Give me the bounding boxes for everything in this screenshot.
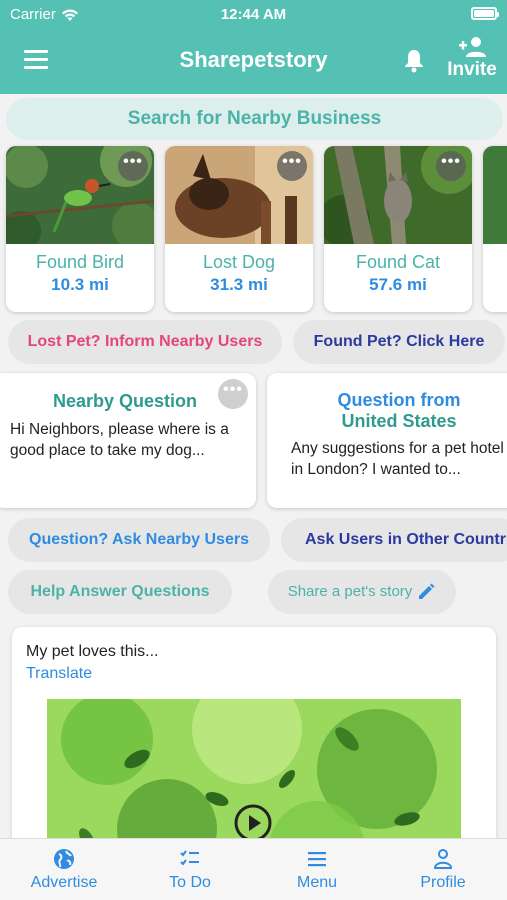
found-pet-button[interactable]: Found Pet? Click Here — [293, 320, 505, 364]
pet-card-found-cat[interactable]: ••• Found Cat 57.6 mi — [324, 146, 472, 312]
tab-advertise[interactable]: Advertise — [9, 839, 119, 900]
ask-nearby-users-button[interactable]: Question? Ask Nearby Users — [8, 518, 270, 562]
question-title-line1: Question from — [337, 390, 461, 410]
pencil-icon — [419, 583, 435, 599]
lost-pet-inform-button[interactable]: Lost Pet? Inform Nearby Users — [8, 320, 282, 364]
share-story-button[interactable]: Share a pet's story — [268, 570, 456, 614]
pet-card-partial[interactable] — [483, 146, 507, 312]
app-title: Sharepetstory — [179, 47, 328, 72]
person-icon — [433, 849, 453, 869]
invite-label: Invite — [447, 59, 497, 80]
more-options-icon[interactable]: ••• — [218, 379, 248, 409]
question-body: Any suggestions for a pet hotel in Londo… — [291, 440, 504, 478]
help-answer-questions-button[interactable]: Help Answer Questions — [8, 570, 232, 614]
tab-menu[interactable]: Menu — [262, 839, 372, 900]
more-options-icon[interactable]: ••• — [118, 151, 148, 181]
search-nearby-business-button[interactable]: Search for Nearby Business — [6, 98, 503, 140]
clock: 12:44 AM — [220, 6, 287, 23]
add-person-icon — [459, 37, 486, 57]
pet-distance: 57.6 mi — [369, 275, 427, 294]
pet-card-found-bird[interactable]: ••• Found Bird 10.3 mi — [6, 146, 154, 312]
ask-other-countries-button[interactable]: Ask Users in Other Countries — [281, 518, 507, 562]
share-story-label: Share a pet's story — [287, 583, 413, 600]
pet-distance: 31.3 mi — [210, 275, 268, 294]
tab-label: To Do — [169, 874, 211, 891]
checklist-icon — [180, 850, 199, 866]
battery-icon — [471, 7, 499, 20]
post-text: My pet loves this... — [26, 643, 159, 660]
status-bar: Carrier 12:44 AM — [0, 0, 507, 28]
pet-card-lost-dog[interactable]: ••• Lost Dog 31.3 mi — [165, 146, 313, 312]
translate-link[interactable]: Translate — [26, 665, 92, 683]
pet-status: Found Bird — [35, 252, 125, 272]
tab-label: Profile — [420, 874, 466, 891]
tab-label: Menu — [296, 874, 338, 891]
pet-status: Found Cat — [355, 252, 441, 272]
play-icon[interactable] — [233, 803, 273, 843]
nearby-question-card[interactable]: ••• Nearby Question Hi Neighbors, please… — [0, 373, 256, 508]
bottom-tab-bar: Advertise To Do Menu Profile — [0, 838, 507, 900]
invite-button[interactable]: Invite — [444, 36, 500, 81]
question-title-line2: United States — [341, 411, 457, 431]
notification-bell-icon[interactable] — [402, 48, 426, 74]
globe-icon — [54, 849, 74, 869]
tab-todo[interactable]: To Do — [135, 839, 245, 900]
more-options-icon[interactable]: ••• — [436, 151, 466, 181]
question-body: Hi Neighbors, please where is a good pla… — [10, 421, 229, 459]
tab-label: Advertise — [30, 874, 98, 891]
foreign-question-card[interactable]: Question from United States Any suggesti… — [267, 373, 507, 508]
pet-photo — [483, 146, 507, 244]
tab-profile[interactable]: Profile — [388, 839, 498, 900]
more-options-icon[interactable]: ••• — [277, 151, 307, 181]
app-header: Carrier 12:44 AM Sharepetstory Invite — [0, 0, 507, 94]
menu-icon — [308, 852, 326, 867]
pet-status: Lost Dog — [202, 252, 276, 272]
pet-distance: 10.3 mi — [51, 275, 109, 294]
